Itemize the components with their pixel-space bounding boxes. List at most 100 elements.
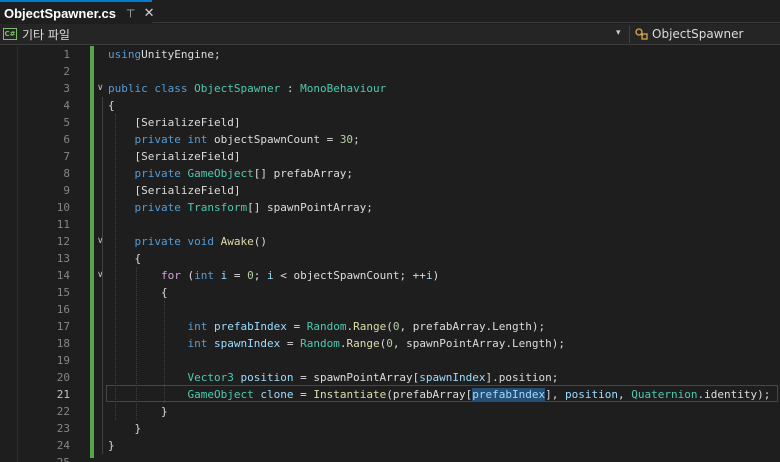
code-token: private	[134, 167, 181, 180]
project-dropdown[interactable]: C# 기타 파일	[3, 26, 70, 42]
code-line[interactable]: {	[108, 97, 115, 114]
code-line[interactable]: }	[108, 437, 115, 454]
code-token: for	[160, 269, 181, 282]
code-line[interactable]: }	[108, 420, 141, 437]
tab-strip: ObjectSpawner.cs ⊣ ✕	[0, 0, 780, 24]
code-token: objectSpawnCount =	[207, 133, 340, 146]
code-token: [SerializeField]	[108, 184, 241, 197]
code-token: position	[565, 388, 619, 401]
code-token: ,	[618, 388, 632, 401]
code-token: [] spawnPointArray;	[247, 201, 373, 214]
code-token: Range	[353, 320, 387, 333]
code-token: int	[187, 133, 208, 146]
code-token: int	[187, 320, 208, 333]
code-line[interactable]: int spawnIndex = Random.Range(0, spawnPo…	[108, 335, 565, 352]
code-token: (	[386, 320, 393, 333]
code-line[interactable]: private void Awake()	[108, 233, 267, 250]
code-token: = spawnPointArray[	[293, 371, 420, 384]
code-editor[interactable]: 1234567891011121314151617181920212223242…	[0, 46, 780, 462]
code-token: Awake	[220, 235, 254, 248]
code-line[interactable]: private GameObject[] prefabArray;	[108, 165, 354, 182]
code-token: Vector3	[187, 371, 234, 384]
code-line[interactable]: GameObject clone = Instantiate(prefabArr…	[108, 386, 770, 403]
code-line[interactable]: [SerializeField]	[108, 114, 240, 131]
code-token: [SerializeField]	[108, 150, 241, 163]
code-line[interactable]: for (int i = 0; i < objectSpawnCount; ++…	[108, 267, 439, 284]
code-token: ;	[353, 133, 360, 146]
code-token: )	[432, 269, 440, 282]
code-token: UnityEngine;	[141, 48, 221, 61]
code-token: private	[134, 133, 181, 146]
code-line[interactable]: {	[108, 284, 168, 301]
code-line[interactable]: public class ObjectSpawner : MonoBehavio…	[108, 80, 386, 97]
code-line[interactable]: [SerializeField]	[108, 148, 240, 165]
code-token: =	[293, 388, 314, 401]
indent-guide	[102, 97, 103, 454]
code-token: [SerializeField]	[108, 116, 241, 129]
code-token: i	[425, 269, 433, 282]
code-token: 30	[339, 133, 354, 146]
chevron-down-icon[interactable]: ▾	[616, 28, 621, 38]
code-token: Instantiate	[313, 388, 387, 401]
code-token: {	[108, 252, 142, 265]
code-token: [] prefabArray;	[253, 167, 354, 180]
pin-icon[interactable]: ⊣	[124, 8, 137, 18]
code-token: MonoBehaviour	[300, 82, 387, 95]
code-token: Range	[346, 337, 380, 350]
member-dropdown[interactable]: ObjectSpawner	[634, 25, 743, 43]
code-token: int	[187, 337, 208, 350]
code-token: =	[286, 320, 307, 333]
code-token: int	[194, 269, 214, 282]
code-token: Transform	[187, 201, 248, 214]
code-token: }	[108, 422, 142, 435]
code-token: Quaternion	[631, 388, 698, 401]
code-token: clone	[260, 388, 294, 401]
code-token: (prefabArray[	[386, 388, 473, 401]
nav-divider	[629, 26, 630, 43]
code-token: }	[108, 439, 115, 452]
code-line[interactable]: usingUnityEngine;	[108, 46, 221, 63]
code-line[interactable]: Vector3 position = spawnPointArray[spawn…	[108, 369, 558, 386]
code-token: position	[240, 371, 294, 384]
code-token: ],	[545, 388, 566, 401]
code-line[interactable]: int prefabIndex = Random.Range(0, prefab…	[108, 318, 545, 335]
code-token: , prefabArray.Length);	[399, 320, 546, 333]
code-token: ;	[253, 269, 267, 282]
code-token: (	[180, 269, 195, 282]
tab-objectspawner[interactable]: ObjectSpawner.cs ⊣ ✕	[0, 0, 155, 24]
code-token: ()	[253, 235, 267, 248]
code-token: }	[108, 405, 168, 418]
code-token: =	[227, 269, 248, 282]
code-token: spawnIndex	[213, 337, 281, 350]
code-line[interactable]: private Transform[] spawnPointArray;	[108, 199, 373, 216]
close-icon[interactable]: ✕	[144, 6, 155, 21]
tab-title: ObjectSpawner.cs	[4, 5, 116, 21]
code-token: 0	[386, 337, 393, 350]
code-token: , spawnPointArray.Length);	[392, 337, 566, 350]
code-line[interactable]: [SerializeField]	[108, 182, 240, 199]
code-line[interactable]: {	[108, 250, 141, 267]
project-label: 기타 파일	[22, 27, 70, 42]
code-token: ObjectSpawner	[194, 82, 281, 95]
code-token: prefabIndex	[213, 320, 287, 333]
code-token: public	[108, 82, 148, 95]
code-token: i	[266, 269, 274, 282]
code-area[interactable]: usingUnityEngine; public class ObjectSpaw…	[0, 46, 780, 462]
code-token: using	[108, 48, 142, 61]
code-token: private	[134, 201, 181, 214]
code-token: 0	[247, 269, 254, 282]
code-token: private	[134, 235, 181, 248]
code-token: Random	[300, 337, 340, 350]
code-token: ].position;	[485, 371, 559, 384]
code-line[interactable]: }	[108, 403, 168, 420]
code-token: prefabIndex	[472, 388, 546, 401]
code-line[interactable]: private int objectSpawnCount = 30;	[108, 131, 360, 148]
